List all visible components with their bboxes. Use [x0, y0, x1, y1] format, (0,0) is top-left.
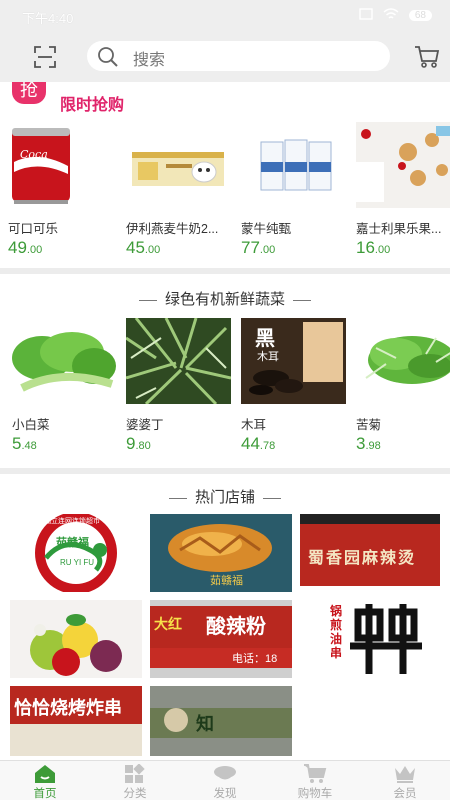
status-bar: 下午4:40 68 [0, 0, 450, 32]
main-content: 抢 限时抢购 Coca 可口可乐 49.00 伊利燕麦牛奶2... 45.00 … [0, 82, 450, 760]
product-price: 9.80 [126, 434, 151, 453]
hot-shops-section: 热门店铺 茹赣福 RU YI FU 茹赣福立连网连锁超市 茹赣福 蜀香园麻辣烫 … [0, 474, 450, 760]
nav-label: 会员 [393, 788, 417, 800]
shop-sign-text: 大红 [154, 616, 182, 632]
nav-discover[interactable]: 发现 [180, 761, 270, 800]
product-image-bok-choy [12, 318, 117, 404]
product-price: 3.98 [356, 434, 381, 453]
organic-vegetables-section: 绿色有机新鲜蔬菜 小白菜 5.48 婆婆丁 9.80 黑 木耳 木耳 44.78… [0, 274, 450, 468]
shop-tile[interactable]: 蜀香园麻辣烫 [300, 514, 440, 592]
category-icon [125, 764, 145, 783]
flash-sale-title[interactable]: 限时抢购 [60, 91, 124, 115]
shop-sign-text: 酸辣粉 [206, 616, 266, 638]
product-price: 77.00 [241, 238, 276, 257]
nav-label: 发现 [213, 788, 237, 800]
shop-logo-sub: RU YI FU [60, 558, 95, 567]
svg-text:Coca: Coca [20, 148, 48, 161]
scan-icon[interactable] [33, 45, 57, 69]
product-name: 嘉士利果乐果... [356, 222, 442, 236]
nav-home[interactable]: 首页 [0, 761, 90, 800]
product-price: 45.00 [126, 238, 161, 257]
product-image-dandelion [126, 318, 231, 404]
status-time: 下午4:40 [22, 11, 74, 26]
crown-icon [395, 766, 415, 783]
shop-tile[interactable]: 锅煎油串 [300, 600, 440, 678]
nav-cart[interactable]: 购物车 [270, 761, 360, 800]
product-price: 44.78 [241, 434, 276, 453]
shop-tile[interactable]: 知 [150, 686, 292, 756]
shop-sign-text: 茹赣福 [210, 575, 243, 587]
cart-icon[interactable] [414, 45, 440, 69]
product-image-mengniu [241, 122, 346, 208]
shop-ring-text: 茹赣福立连网连锁超市 [30, 518, 100, 525]
product-image-endive [356, 318, 450, 404]
product-name: 伊利燕麦牛奶2... [126, 222, 219, 236]
product-name: 小白菜 [12, 418, 50, 432]
flash-sale-badge: 抢 [12, 82, 46, 104]
search-bar[interactable]: 搜索 [87, 41, 390, 71]
shop-tile[interactable]: 茹赣福 [150, 514, 292, 592]
nav-label: 分类 [123, 788, 147, 800]
product-price: 16.00 [356, 238, 391, 257]
shop-tile[interactable]: 大红 酸辣粉 电话：18 [150, 600, 292, 678]
nav-member[interactable]: 会员 [360, 761, 450, 800]
signal-icon [359, 8, 373, 23]
section-heading: 绿色有机新鲜蔬菜 [0, 288, 450, 309]
product-name: 可口可乐 [8, 222, 59, 236]
search-icon [98, 47, 118, 67]
discover-icon [214, 766, 236, 780]
shop-sign-text: 知 [196, 714, 214, 734]
bottom-nav: 首页 分类 发现 购物车 会员 [0, 760, 450, 800]
shopping-cart-icon [304, 764, 327, 783]
product-image-wood-ear: 黑 木耳 [241, 318, 346, 404]
wifi-icon [383, 8, 399, 23]
product-price: 49.00 [8, 238, 43, 257]
nav-label: 购物车 [297, 788, 333, 800]
flash-sale-section: 抢 限时抢购 Coca 可口可乐 49.00 伊利燕麦牛奶2... 45.00 … [0, 82, 450, 268]
nav-category[interactable]: 分类 [90, 761, 180, 800]
shop-tile[interactable]: 恰恰烧烤炸串 [10, 686, 142, 756]
product-name: 木耳 [241, 418, 267, 432]
shop-sign-text: 恰恰烧烤炸串 [14, 698, 122, 718]
shop-phone-text: 电话：18 [232, 653, 278, 665]
product-image-coke: Coca [8, 122, 113, 208]
product-image-yili [126, 122, 231, 208]
shop-tile[interactable] [10, 600, 142, 678]
battery-indicator: 68 [408, 10, 432, 21]
home-icon [35, 765, 55, 783]
section-heading: 热门店铺 [0, 486, 450, 507]
product-name: 苦菊 [356, 418, 382, 432]
search-placeholder: 搜索 [133, 52, 166, 69]
product-image-biscuits [356, 122, 450, 208]
nav-label: 首页 [33, 788, 57, 800]
shop-logo-text: 茹赣福 [56, 537, 89, 549]
header: 搜索 [0, 32, 450, 82]
product-price: 5.48 [12, 434, 37, 453]
product-name: 婆婆丁 [126, 418, 164, 432]
product-name: 蒙牛纯甄 [241, 222, 292, 236]
shop-sign-text: 蜀香园麻辣烫 [308, 550, 417, 567]
shop-tile[interactable]: 茹赣福 RU YI FU 茹赣福立连网连锁超市 [10, 514, 142, 592]
